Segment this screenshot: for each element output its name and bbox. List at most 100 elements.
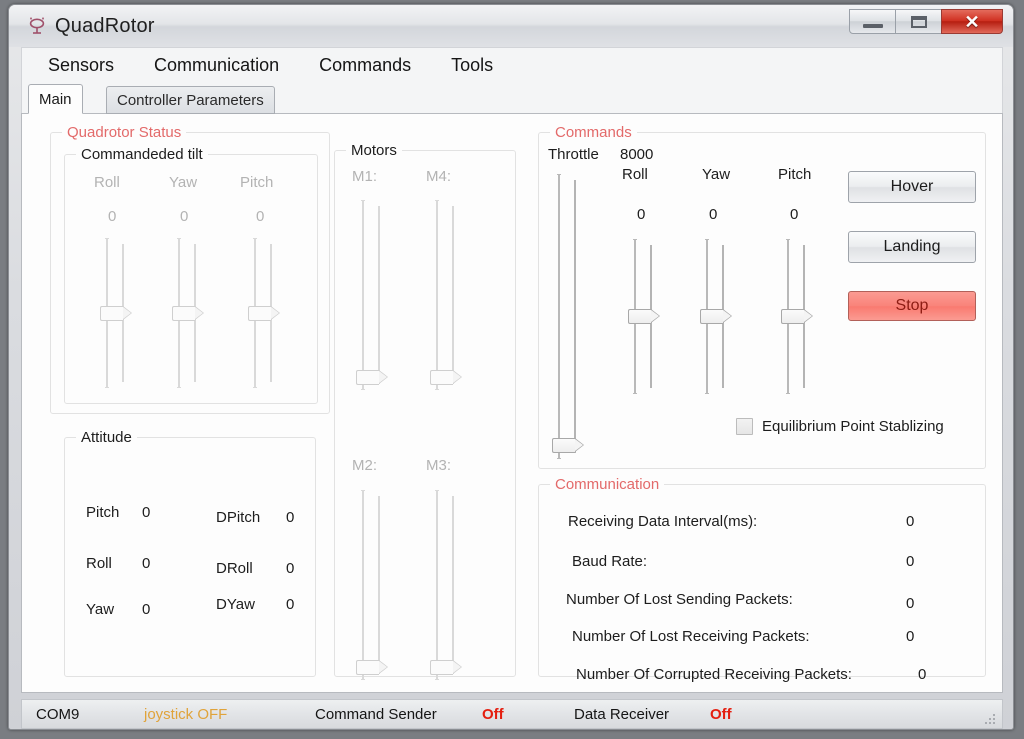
resize-grip-icon[interactable]	[982, 711, 995, 724]
attitude-value-dyaw: 0	[286, 596, 295, 613]
stop-button[interactable]: Stop	[848, 291, 976, 321]
status-com-port: COM9	[36, 706, 80, 723]
motor-slider-m1[interactable]	[356, 200, 390, 390]
tilt-slider-yaw[interactable]	[172, 238, 206, 388]
checkbox-icon[interactable]	[736, 418, 753, 435]
status-command-sender-label: Command Sender	[315, 706, 437, 723]
menu-item-communication[interactable]: Communication	[140, 53, 293, 78]
group-attitude: Attitude Pitch 0 DPitch 0 Roll 0 DRoll 0…	[64, 429, 316, 677]
application-window: QuadRotor ✕ Sensors Communication Comman…	[8, 4, 1014, 730]
status-command-sender-state: Off	[482, 706, 504, 723]
command-label-pitch: Pitch	[778, 166, 812, 183]
slider-thumb[interactable]	[430, 660, 462, 675]
slider-thumb[interactable]	[356, 370, 388, 385]
tilt-label-yaw: Yaw	[169, 174, 198, 191]
window-controls: ✕	[849, 9, 1003, 35]
tilt-slider-roll[interactable]	[100, 238, 134, 388]
tilt-value-roll: 0	[108, 208, 117, 225]
group-title-attitude: Attitude	[76, 429, 137, 446]
slider-track	[557, 174, 561, 459]
comm-row-lost-sending: Number Of Lost Sending Packets: 0	[538, 591, 986, 617]
menu-item-sensors[interactable]: Sensors	[34, 53, 128, 78]
status-data-receiver-label: Data Receiver	[574, 706, 670, 723]
quadrotor-icon	[27, 17, 47, 36]
minimize-button[interactable]	[849, 9, 896, 34]
attitude-label-yaw: Yaw	[86, 601, 115, 618]
slider-thumb[interactable]	[781, 309, 813, 324]
motor-label-m1: M1:	[352, 168, 378, 185]
tab-main[interactable]: Main	[28, 84, 83, 114]
group-title-communication: Communication	[550, 476, 665, 493]
command-label-roll: Roll	[622, 166, 648, 183]
tilt-label-pitch: Pitch	[240, 174, 274, 191]
comm-label: Number Of Corrupted Receiving Packets:	[576, 666, 852, 683]
close-icon: ✕	[964, 11, 980, 32]
slider-thumb[interactable]	[248, 306, 280, 321]
attitude-label-dyaw: DYaw	[216, 596, 255, 613]
group-title-quadrotor-status: Quadrotor Status	[62, 124, 187, 141]
group-title-motors: Motors	[346, 142, 402, 159]
status-joystick: joystick OFF	[144, 706, 228, 723]
command-slider-yaw[interactable]	[700, 239, 734, 394]
minimize-icon	[863, 24, 883, 28]
command-slider-roll[interactable]	[628, 239, 662, 394]
comm-label: Baud Rate:	[572, 553, 648, 570]
slider-thumb[interactable]	[100, 306, 132, 321]
attitude-label-droll: DRoll	[216, 560, 253, 577]
menu-item-commands[interactable]: Commands	[305, 53, 425, 78]
attitude-value-dpitch: 0	[286, 509, 295, 526]
title-bar[interactable]: QuadRotor ✕	[9, 5, 1013, 47]
group-quadrotor-status: Quadrotor Status Commandeded tilt Roll 0…	[50, 124, 330, 414]
slider-thumb[interactable]	[628, 309, 660, 324]
command-slider-pitch[interactable]	[781, 239, 815, 394]
close-button[interactable]: ✕	[941, 9, 1003, 34]
slider-thumb[interactable]	[172, 306, 204, 321]
command-value-yaw: 0	[709, 206, 718, 223]
slider-track	[435, 200, 439, 390]
attitude-label-dpitch: DPitch	[216, 509, 261, 526]
slider-ticks	[378, 206, 380, 384]
command-value-pitch: 0	[790, 206, 799, 223]
hover-button[interactable]: Hover	[848, 171, 976, 203]
window-title: QuadRotor	[55, 15, 155, 37]
comm-row-baud-rate: Baud Rate: 0	[538, 553, 986, 579]
tilt-slider-pitch[interactable]	[248, 238, 282, 388]
maximize-button[interactable]	[895, 9, 942, 34]
command-value-roll: 0	[637, 206, 646, 223]
attitude-value-roll: 0	[142, 555, 151, 572]
comm-value: 0	[906, 553, 915, 570]
attitude-value-yaw: 0	[142, 601, 151, 618]
group-communication: Communication Receiving Data Interval(ms…	[538, 476, 986, 683]
comm-value: 0	[906, 628, 915, 645]
motor-slider-m2[interactable]	[356, 490, 390, 680]
throttle-slider[interactable]	[552, 174, 586, 459]
group-commands: Commands Throttle 8000 Roll 0 Yaw 0 Pitc…	[538, 124, 986, 469]
throttle-label: Throttle	[548, 146, 599, 163]
status-bar: COM9 joystick OFF Command Sender Off Dat…	[21, 699, 1003, 729]
equilibrium-point-stabilizing-checkbox-row[interactable]: Equilibrium Point Stablizing	[736, 418, 944, 435]
tilt-value-yaw: 0	[180, 208, 189, 225]
landing-button[interactable]: Landing	[848, 231, 976, 263]
slider-thumb[interactable]	[356, 660, 388, 675]
menu-item-tools[interactable]: Tools	[437, 53, 507, 78]
comm-label: Number Of Lost Sending Packets:	[566, 591, 793, 608]
equilibrium-point-stabilizing-label: Equilibrium Point Stablizing	[762, 418, 944, 435]
comm-label: Receiving Data Interval(ms):	[568, 513, 758, 530]
slider-thumb[interactable]	[552, 438, 584, 453]
motor-slider-m3[interactable]	[430, 490, 464, 680]
slider-thumb[interactable]	[700, 309, 732, 324]
group-title-commands: Commands	[550, 124, 637, 141]
slider-ticks	[378, 496, 380, 674]
motor-slider-m4[interactable]	[430, 200, 464, 390]
command-label-yaw: Yaw	[702, 166, 731, 183]
tilt-label-roll: Roll	[94, 174, 120, 191]
tab-controller-parameters[interactable]: Controller Parameters	[106, 86, 275, 114]
motor-label-m4: M4:	[426, 168, 452, 185]
tab-strip: Main Controller Parameters	[21, 83, 1003, 114]
screenshot-root: QuadRotor ✕ Sensors Communication Comman…	[0, 0, 1024, 739]
slider-thumb[interactable]	[430, 370, 462, 385]
group-commanded-tilt: Commandeded tilt Roll 0 Yaw 0 Pitch 0	[64, 146, 318, 404]
attitude-value-droll: 0	[286, 560, 295, 577]
comm-value: 0	[906, 595, 915, 612]
comm-row-corrupted-receiving: Number Of Corrupted Receiving Packets: 0	[538, 666, 986, 692]
